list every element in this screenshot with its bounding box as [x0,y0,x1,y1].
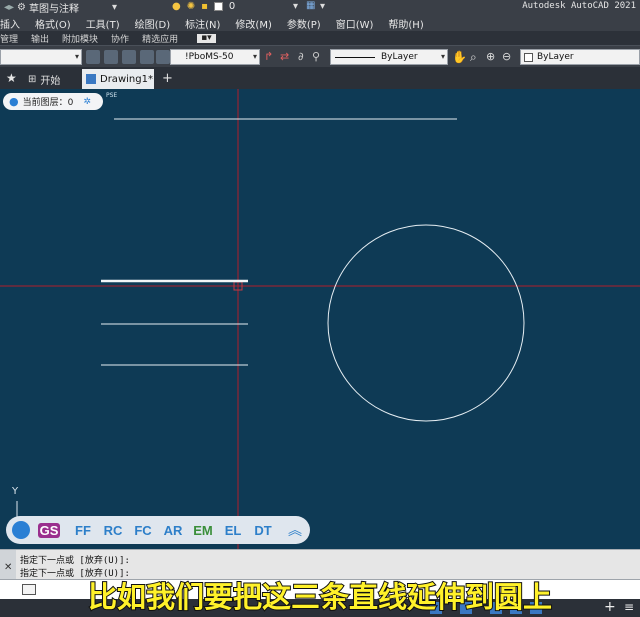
new-tab-button[interactable]: + [162,71,173,86]
star-icon[interactable]: ★ [6,71,17,85]
drawing-svg [0,89,640,549]
layout-style-icon[interactable] [156,50,170,64]
pse-label: PSE [106,92,118,99]
color-value: ByLayer [537,52,574,62]
workspace-label: 草图与注释 [29,4,80,15]
title-bar: ◂▸ ⚙ 草图与注释 ▾ ● ✺ ▪ 0 ▾ ▦ ▾ Autodesk Auto… [0,0,640,15]
linetype-value: ByLayer [381,52,418,62]
current-layer-label: 当前图层：0 [22,98,74,108]
multileader-style-icon[interactable] [122,50,136,64]
location-pin-icon: ● [9,95,19,108]
dimstyle-combo[interactable]: !PboMS-50 ▾ [170,49,260,65]
ribbon-tab-collaborate[interactable]: 协作 [107,32,138,45]
menu-bar: 插入 格式(O) 工具(T) 绘图(D) 标注(N) 修改(M) 参数(P) 窗… [0,15,640,31]
cmd-em[interactable]: EM [188,523,218,538]
menu-help[interactable]: 帮助(H) [382,16,432,31]
workspace-switcher[interactable]: ◂▸ ⚙ 草图与注释 ▾ [4,0,117,15]
gear-icon[interactable] [12,521,30,539]
current-layer-indicator[interactable]: ● 当前图层：0 ✲ [3,93,103,110]
layer-settings-icon[interactable]: ✲ [83,97,91,107]
close-icon[interactable]: ✕ [4,562,12,573]
video-caption: 比如我们要把这三条直线延伸到圆上 [87,579,553,615]
chevron-down-icon: ▾ [74,52,79,61]
ribbon-tab-featured-apps[interactable]: 精选应用 [138,32,187,45]
menu-modify[interactable]: 修改(M) [229,16,280,31]
cmd-gs[interactable]: GS [38,522,60,538]
command-history-line-1: 指定下一点或 [放弃(U)]: [20,556,130,566]
linetype-combo[interactable]: ByLayer ▾ [330,49,448,65]
ribbon-toggle-button[interactable]: ▪▾ [197,33,216,43]
circle[interactable] [327,224,525,422]
left-combo[interactable]: ▾ [0,49,82,65]
menu-window[interactable]: 窗口(W) [330,16,383,31]
windows-icon: ⊞ [28,73,37,85]
layer-states-icon[interactable]: ∂ [298,50,312,64]
sun-icon[interactable]: ✺ [187,1,195,12]
menu-dimension[interactable]: 标注(N) [179,16,229,31]
ribbon-tab-manage[interactable]: 管理 [0,32,27,45]
layer-isolate-icon[interactable]: ⚲ [312,50,326,64]
drawing-canvas[interactable]: ● 当前图层：0 ✲ PSE Y [0,89,640,549]
dim-style-icon[interactable] [140,50,154,64]
menu-parameter[interactable]: 参数(P) [281,16,330,31]
table-style-icon[interactable] [104,50,118,64]
layer-color-swatch [213,2,223,11]
properties-toolbar: ▾ !PboMS-50 ▾ ↱ ⇄ ∂ ⚲ ByLayer ▾ ✋ ⌕ ⊕ ⊖ … [0,45,640,67]
chevron-down-icon: ▾ [440,52,445,61]
menu-format[interactable]: 格式(O) [29,16,80,31]
cmd-ar[interactable]: AR [158,523,188,538]
lightbulb-icon[interactable]: ● [172,1,181,12]
cmd-dt[interactable]: DT [248,523,278,538]
ucs-y-label: Y [12,486,19,497]
tab-start-label: 开始 [40,75,61,87]
collapse-chevron-icon[interactable]: ︽ [288,520,302,540]
cmd-fc[interactable]: FC [128,523,158,538]
grid-icon[interactable]: ▦ [306,0,315,11]
chevron-down-icon: ▾ [112,2,118,13]
undo-icon[interactable]: ◂▸ [4,2,14,13]
menu-draw[interactable]: 绘图(D) [129,16,180,31]
ribbon-tabs: 管理 输出 附加模块 协作 精选应用 ▪▾ [0,31,640,45]
menu-tools[interactable]: 工具(T) [80,16,129,31]
pan-icon[interactable]: ✋ [452,50,467,64]
match-layer-icon[interactable]: ↱ [264,50,278,64]
ribbon-tab-addins[interactable]: 附加模块 [58,32,107,45]
shortcut-command-bar: GS FF RC FC AR EM EL DT ︽ [6,516,310,544]
app-title: Autodesk AutoCAD 2021 [522,1,636,11]
color-combo[interactable]: ByLayer [520,49,640,65]
cmd-rc[interactable]: RC [98,523,128,538]
lock-icon[interactable]: ▪ [201,1,208,12]
ribbon-tab-output[interactable]: 输出 [27,32,58,45]
color-swatch [524,53,533,62]
tab-drawing1[interactable]: Drawing1* [82,69,154,89]
layer-previous-icon[interactable]: ⇄ [280,50,294,64]
drawing-icon [86,74,96,84]
layer-dropdown-chevron-icon[interactable]: ▾ [293,1,298,12]
layer-quick-controls[interactable]: ● ✺ ▪ 0 [172,1,235,12]
linetype-sample [335,57,375,58]
cmd-ff[interactable]: FF [68,523,98,538]
zoom-previous-icon[interactable]: ⊖ [502,50,516,64]
layer-value: 0 [228,1,236,12]
cmd-el[interactable]: EL [218,523,248,538]
zoom-window-icon[interactable]: ⊕ [486,50,500,64]
gear-icon: ⚙ [17,2,27,13]
file-tabs: ★ ⊞ 开始 Drawing1* + [0,67,640,89]
zoom-icon[interactable]: ⌕ [470,50,484,64]
chevron-down-icon: ▾ [252,52,257,61]
menu-insert[interactable]: 插入 [0,16,29,31]
tab-start[interactable]: ⊞ 开始 [28,70,60,88]
tab-drawing-label: Drawing1* [100,73,153,85]
chevron-down-icon[interactable]: ▾ [320,1,325,12]
dimstyle-value: !PboMS-50 [185,52,234,62]
text-style-icon[interactable] [86,50,100,64]
